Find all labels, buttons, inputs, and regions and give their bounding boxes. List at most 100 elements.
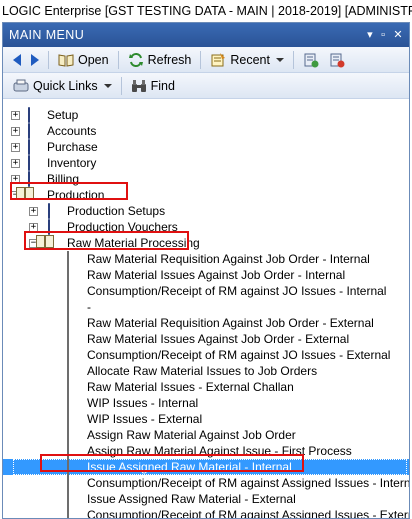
tree-item-production-setups[interactable]: + Production Setups [3,203,409,219]
quick-links-label: Quick Links [33,78,98,93]
tree-item-label: Inventory [47,156,97,170]
book-icon [25,139,41,155]
tree-leaf-item[interactable]: Raw Material Issues Against Job Order - … [3,267,409,283]
tree-item-label: - [87,300,91,314]
document-icon [65,507,81,518]
panel-close-icon[interactable]: ✕ [393,23,403,47]
recent-icon [210,52,226,68]
tree-leaf-item[interactable]: Assign Raw Material Against Job Order [3,427,409,443]
open-label: Open [78,52,109,67]
document-icon [65,331,81,347]
expand-icon[interactable]: + [11,111,20,120]
toolbar-separator [292,50,294,69]
tree-item-label: Raw Material Issues Against Job Order - … [87,332,350,346]
document-icon [65,475,81,491]
main-menu-panel: MAIN MENU ▾ ▫ ✕ Open Refresh Recent Quic… [2,22,410,519]
tree-item-label: Consumption/Receipt of RM against Assign… [87,508,410,519]
tree-item-accounts[interactable]: + Accounts [3,123,409,139]
tree-leaf-item[interactable]: Raw Material Requisition Against Job Ord… [3,251,409,267]
tree-item-label: Accounts [47,124,97,138]
panel-header: MAIN MENU ▾ ▫ ✕ [3,23,409,47]
remove-document-icon [329,52,345,68]
back-button[interactable] [9,49,25,71]
document-icon [65,491,81,507]
tree-item-label: Raw Material Requisition Against Job Ord… [87,316,374,330]
find-label: Find [150,78,175,93]
book-icon [25,107,41,123]
tree-leaf-item[interactable]: Consumption/Receipt of RM against Assign… [3,507,410,519]
open-button[interactable]: Open [54,49,113,71]
tree-leaf-item[interactable]: Raw Material Issues - External Challan [3,379,409,395]
quick-links-button[interactable]: Quick Links [9,75,116,97]
tree-leaf-item[interactable]: Raw Material Requisition Against Job Ord… [3,315,409,331]
tree-item-label: WIP Issues - External [87,412,203,426]
tree-leaf-item[interactable]: WIP Issues - Internal [3,395,409,411]
document-icon [65,251,81,267]
panel-menu-icon[interactable]: ▾ [367,23,373,47]
add-link-button[interactable] [299,49,323,71]
tree-item-label: Setup [47,108,79,122]
forward-arrow-icon [31,53,39,66]
expand-icon[interactable]: + [11,159,20,168]
tree-item-label: Consumption/Receipt of RM against Assign… [87,476,410,490]
tree-item-label: Raw Material Issues Against Job Order - … [87,268,346,282]
toolbar-separator [48,50,49,69]
quick-links-dropdown-icon [103,83,112,88]
document-icon [65,347,81,363]
highlight-box-selected-item [40,454,304,472]
refresh-button[interactable]: Refresh [124,49,196,71]
document-icon [65,267,81,283]
forward-button[interactable] [27,49,43,71]
find-button[interactable]: Find [127,75,179,97]
back-arrow-icon [13,53,21,66]
toolbar-secondary: Quick Links Find [3,73,409,99]
tree-item-label: Production Setups [67,204,166,218]
highlight-box-production [10,182,128,200]
expand-icon[interactable]: + [29,207,38,216]
toolbar-separator [200,50,202,69]
expand-icon[interactable]: + [11,127,20,136]
book-icon [25,123,41,139]
tree-item-setup[interactable]: + Setup [3,107,409,123]
refresh-icon [128,52,144,68]
tree-leaf-item[interactable]: Consumption/Receipt of RM against JO Iss… [3,283,409,299]
refresh-label: Refresh [147,52,192,67]
panel-float-icon[interactable]: ▫ [381,23,385,47]
tree-item-label: Raw Material Issues - External Challan [87,380,294,394]
tree-leaf-item[interactable]: Allocate Raw Material Issues to Job Orde… [3,363,409,379]
tree-leaf-item[interactable]: WIP Issues - External [3,411,409,427]
tree-item-purchase[interactable]: + Purchase [3,139,409,155]
document-icon [65,315,81,331]
tree-leaf-item[interactable]: Consumption/Receipt of RM against Assign… [3,475,409,491]
tree-leaf-item[interactable]: Consumption/Receipt of RM against JO Iss… [3,347,409,363]
book-icon [45,203,61,219]
recent-dropdown-icon [275,57,284,62]
add-document-icon [303,52,319,68]
quick-links-icon [13,78,29,94]
tree-item-inventory[interactable]: + Inventory [3,155,409,171]
document-icon [65,395,81,411]
recent-button[interactable]: Recent [206,49,288,71]
document-icon [65,379,81,395]
panel-title: MAIN MENU [9,28,85,42]
tree-leaf-item[interactable]: Raw Material Issues Against Job Order - … [3,331,409,347]
tree-item-label: Allocate Raw Material Issues to Job Orde… [87,364,318,378]
window-title: LOGIC Enterprise [GST TESTING DATA - MAI… [0,0,412,22]
remove-link-button[interactable] [325,49,349,71]
tree-item-label: WIP Issues - Internal [87,396,199,410]
book-icon [25,155,41,171]
tree-leaf-item[interactable]: Issue Assigned Raw Material - External [3,491,409,507]
highlight-box-raw-material-processing [24,231,189,250]
tree-leaf-item[interactable]: - [3,299,409,315]
tree-item-label: Assign Raw Material Against Job Order [87,428,296,442]
open-book-icon [58,52,74,68]
tree-item-label: Purchase [47,140,98,154]
document-icon [65,411,81,427]
tree-item-label: Issue Assigned Raw Material - External [87,492,296,506]
document-icon [65,283,81,299]
toolbar-separator [120,76,122,95]
expand-icon[interactable]: + [11,143,20,152]
document-icon [65,427,81,443]
tree-item-label: Consumption/Receipt of RM against JO Iss… [87,348,391,362]
document-icon [65,299,81,315]
